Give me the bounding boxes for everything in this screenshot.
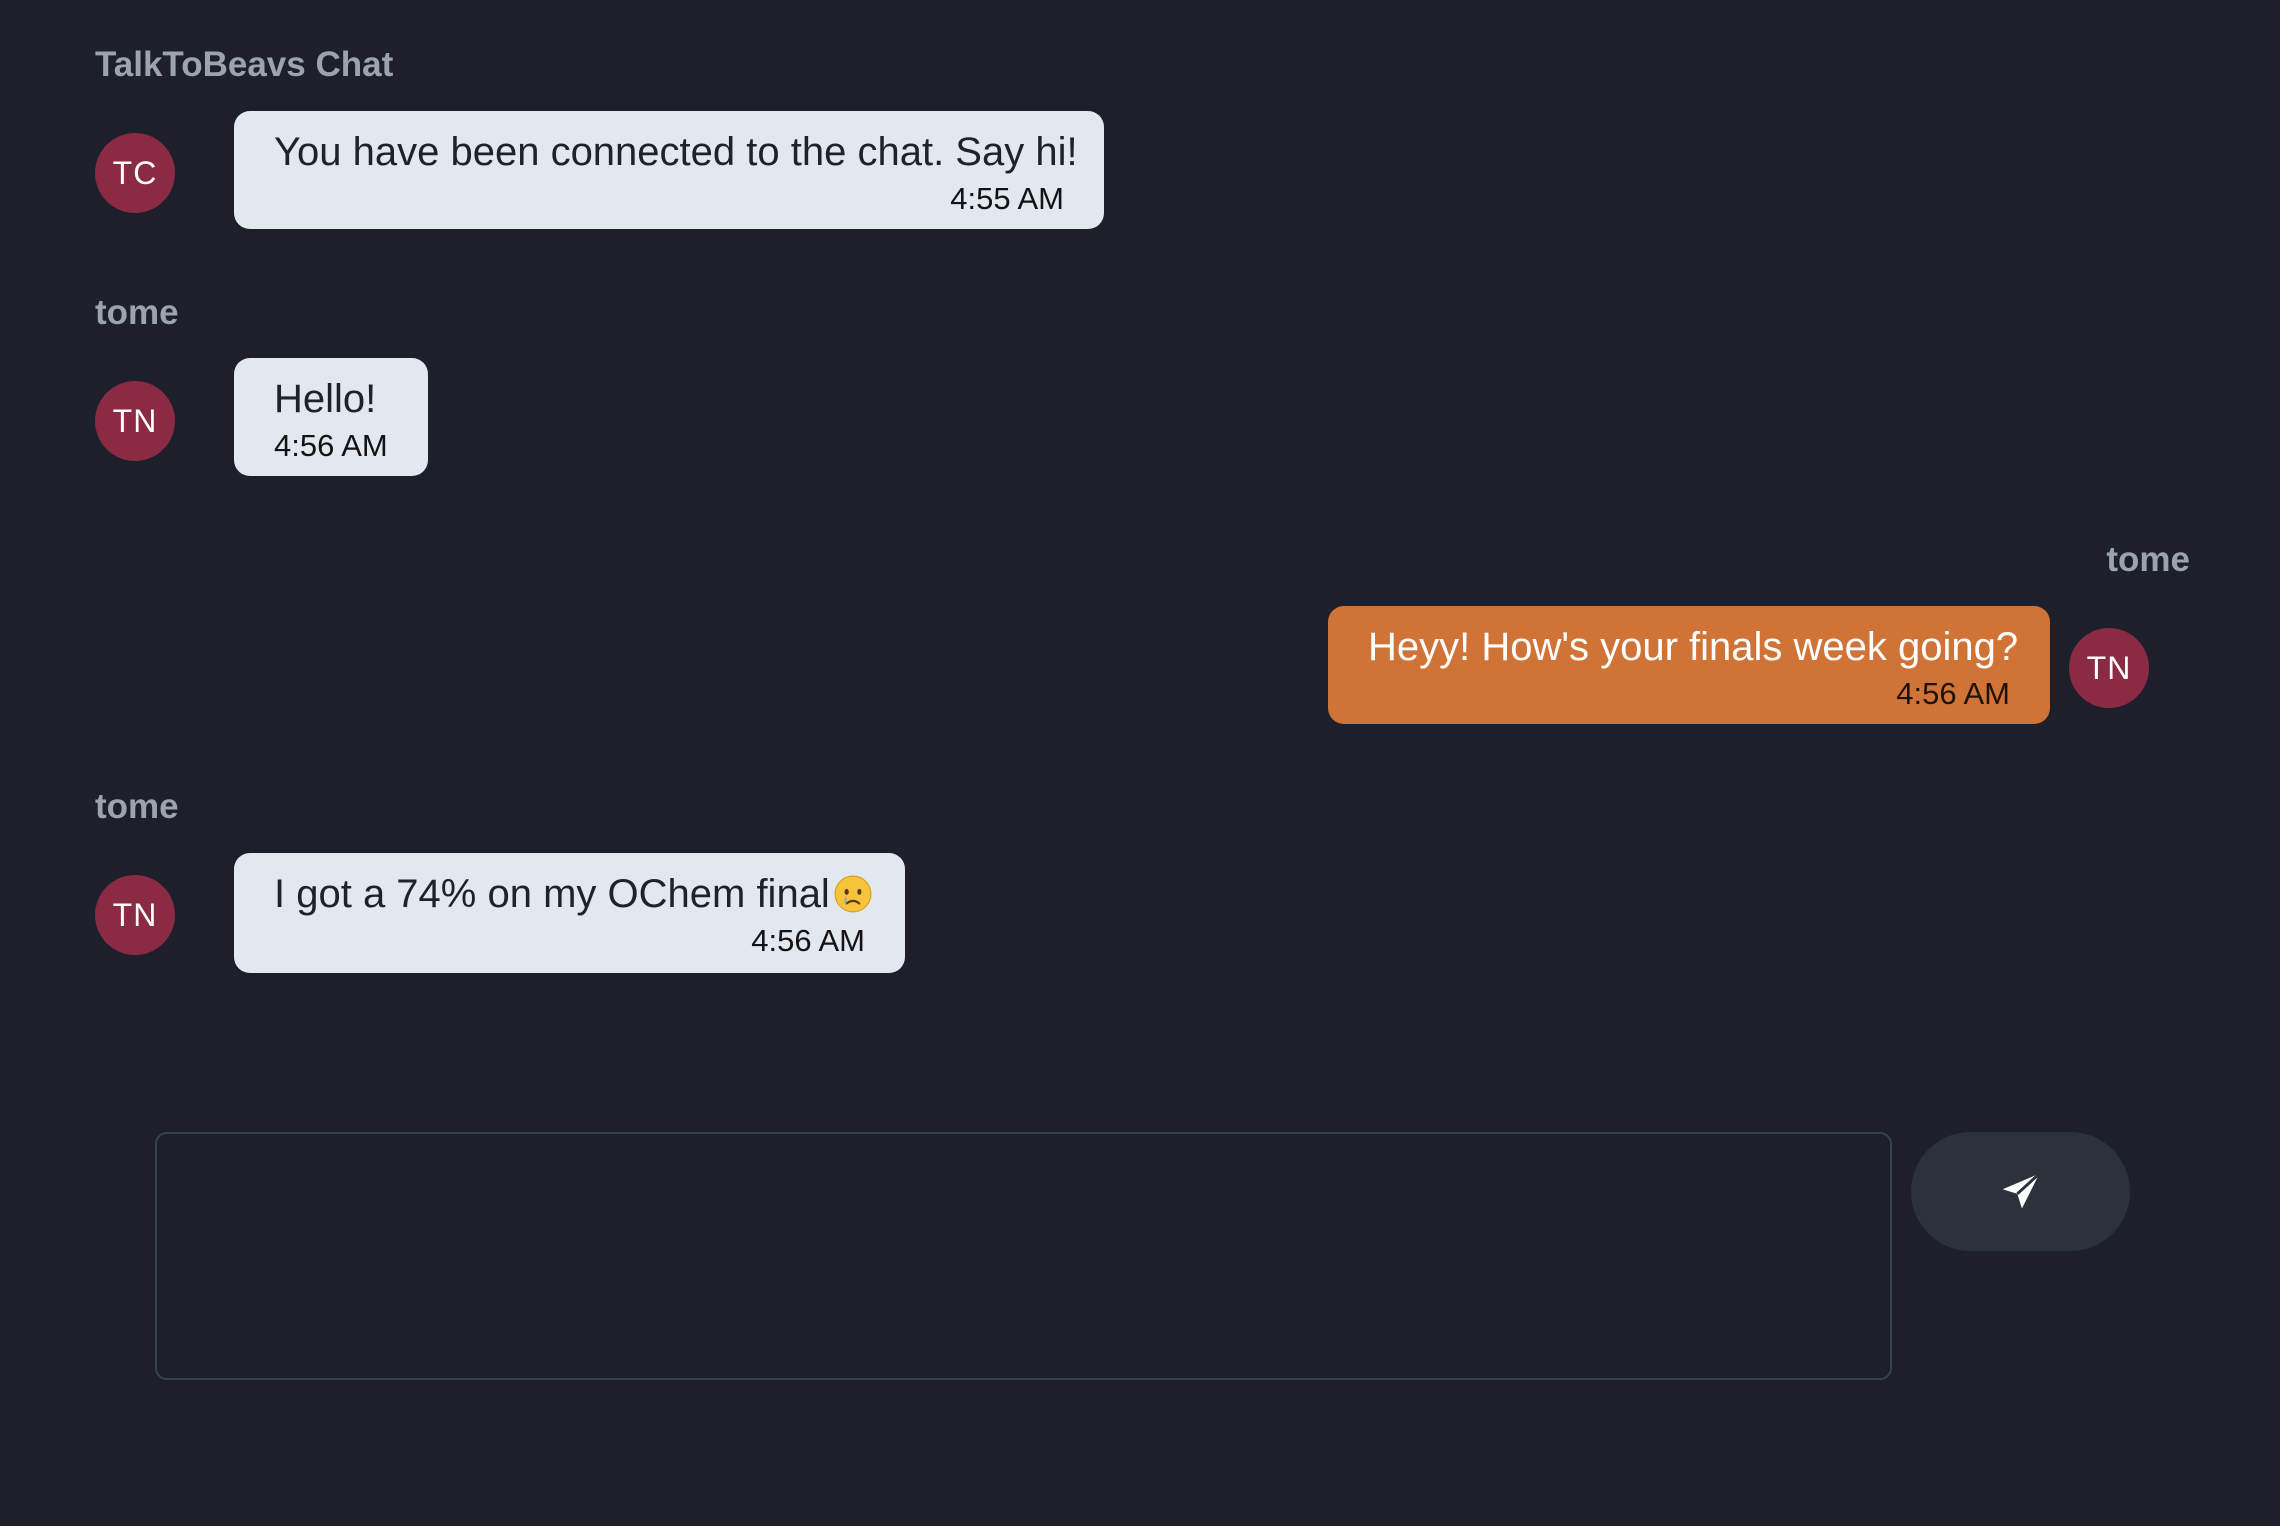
- message-bubble: Hello! 4:56 AM: [234, 358, 428, 476]
- message-time: 4:56 AM: [751, 923, 865, 958]
- send-icon: [2002, 1172, 2040, 1208]
- message-input[interactable]: [155, 1132, 1892, 1380]
- message-text: Hello!: [274, 377, 377, 421]
- message-time: 4:56 AM: [1896, 676, 2010, 711]
- avatar: TN: [95, 381, 175, 461]
- message-sender: tome: [95, 293, 179, 332]
- message-text: I got a 74% on my OChem final: [274, 872, 830, 916]
- message-sender: tome: [2106, 540, 2190, 579]
- message-time: 4:56 AM: [274, 428, 388, 463]
- message-text-row: I got a 74% on my OChem final: [274, 871, 872, 917]
- message-time: 4:55 AM: [950, 181, 1064, 216]
- crying-face-emoji: [834, 875, 872, 913]
- avatar: TN: [95, 875, 175, 955]
- message-bubble-sent: Heyy! How's your finals week going? 4:56…: [1328, 606, 2050, 724]
- message-sender: TalkToBeavs Chat: [95, 45, 394, 84]
- chat-app: TalkToBeavs Chat TC You have been connec…: [0, 0, 2280, 1526]
- message-sender: tome: [95, 787, 179, 826]
- send-button[interactable]: [1911, 1132, 2130, 1251]
- message-bubble: I got a 74% on my OChem final 4:56 AM: [234, 853, 905, 973]
- avatar: TC: [95, 133, 175, 213]
- message-bubble: You have been connected to the chat. Say…: [234, 111, 1104, 229]
- message-text: Heyy! How's your finals week going?: [1368, 625, 2019, 669]
- avatar: TN: [2069, 628, 2149, 708]
- message-text: You have been connected to the chat. Say…: [274, 130, 1078, 174]
